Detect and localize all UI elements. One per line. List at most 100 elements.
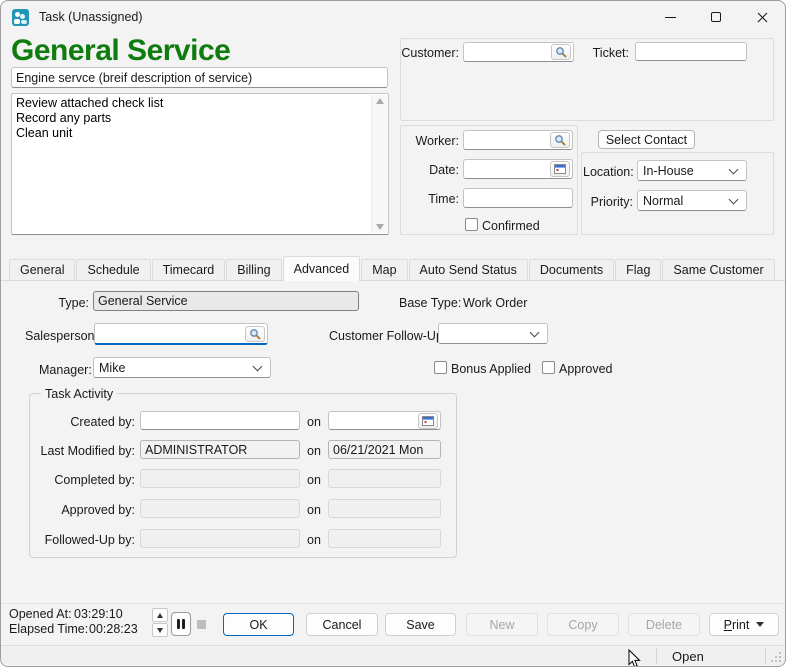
manager-dropdown[interactable]: Mike (93, 357, 271, 378)
time-field[interactable] (463, 188, 573, 208)
date-label: Date: (429, 163, 459, 177)
notes-scrollbar[interactable] (371, 95, 387, 233)
last-modified-by-input (141, 441, 299, 458)
date-picker-button[interactable] (550, 161, 570, 177)
date-field[interactable] (463, 159, 573, 179)
scroll-up-icon[interactable] (372, 98, 387, 104)
created-on-field[interactable] (328, 411, 441, 430)
select-contact-label: Select Contact (605, 132, 688, 147)
tab-documents[interactable]: Documents (528, 259, 615, 280)
minimize-button[interactable] (647, 1, 693, 33)
tab-flag[interactable]: Flag (615, 259, 662, 280)
completed-on-field (328, 469, 441, 488)
search-icon (555, 135, 566, 146)
completed-by-label: Completed by: (54, 473, 135, 487)
customer-followup-dropdown[interactable] (438, 323, 548, 344)
tab-auto-send-status[interactable]: Auto Send Status (408, 259, 528, 280)
worker-search-button[interactable] (550, 132, 570, 148)
resize-grip-icon[interactable] (770, 651, 782, 663)
on-label: on (307, 473, 321, 487)
tab-billing[interactable]: Billing (226, 259, 282, 280)
location-dropdown[interactable]: In-House (637, 160, 747, 181)
created-by-input[interactable] (141, 412, 299, 429)
elapsed-time-value: 00:28:23 (89, 622, 138, 636)
last-modified-by-label: Last Modified by: (40, 444, 136, 458)
type-field (93, 291, 359, 311)
scroll-down-icon[interactable] (372, 224, 387, 230)
type-input (94, 292, 358, 310)
customer-label: Customer: (401, 46, 459, 60)
completed-on-input (329, 470, 440, 487)
pause-icon (177, 619, 180, 629)
confirmed-checkbox[interactable] (465, 218, 478, 231)
time-input[interactable] (464, 189, 572, 207)
search-icon (250, 328, 261, 340)
salesperson-field[interactable] (94, 323, 268, 345)
ticket-input[interactable] (636, 43, 746, 60)
approved-by-field (140, 499, 300, 518)
customer-followup-label: Customer Follow-Up: (329, 329, 447, 343)
new-button: New (466, 613, 538, 636)
tab-same-customer[interactable]: Same Customer (662, 259, 775, 280)
notes-textarea[interactable]: Review attached check list Record any pa… (16, 96, 369, 232)
worker-input[interactable] (464, 131, 550, 149)
description-input[interactable] (12, 68, 387, 87)
ok-button[interactable]: OK (223, 613, 294, 636)
app-icon (12, 8, 29, 26)
stop-timer-button[interactable] (193, 612, 210, 636)
spinner-down-icon (157, 627, 163, 633)
completed-by-field (140, 469, 300, 488)
priority-dropdown[interactable]: Normal (637, 190, 747, 211)
customer-search-button[interactable] (551, 44, 571, 60)
save-button[interactable]: Save (385, 613, 456, 636)
date-input[interactable] (464, 160, 550, 178)
bonus-applied-checkbox[interactable] (434, 361, 447, 374)
close-button[interactable] (739, 1, 785, 33)
customer-field[interactable] (463, 42, 574, 62)
on-label: on (307, 444, 321, 458)
pause-timer-button[interactable] (171, 612, 191, 636)
search-icon (556, 47, 567, 58)
tab-timecard[interactable]: Timecard (151, 259, 226, 280)
created-on-input[interactable] (329, 412, 418, 429)
last-modified-on-input (329, 441, 440, 458)
created-by-field[interactable] (140, 411, 300, 430)
status-badge: Open (672, 649, 704, 664)
timer-spin-up-button[interactable] (152, 608, 168, 622)
calendar-icon (554, 164, 566, 174)
approved-on-input (329, 500, 440, 517)
cursor-arrow-icon (628, 649, 641, 666)
ticket-field[interactable] (635, 42, 747, 61)
priority-value: Normal (643, 193, 684, 208)
select-contact-button[interactable]: Select Contact (598, 130, 695, 149)
cancel-button[interactable]: Cancel (306, 613, 378, 636)
approved-label: Approved (559, 362, 613, 376)
tab-map[interactable]: Map (361, 259, 408, 280)
description-field[interactable] (11, 67, 388, 88)
maximize-button[interactable] (693, 1, 739, 33)
tab-schedule[interactable]: Schedule (76, 259, 151, 280)
page-title: General Service (11, 34, 231, 67)
timer-spin-down-button[interactable] (152, 623, 168, 637)
worker-field[interactable] (463, 130, 573, 150)
window-title: Task (Unassigned) (39, 10, 143, 24)
tab-general[interactable]: General (9, 259, 76, 280)
approved-checkbox[interactable] (542, 361, 555, 374)
spinner-up-icon (157, 612, 163, 618)
maximize-icon (711, 12, 721, 22)
tab-advanced[interactable]: Advanced (282, 256, 361, 281)
notes-field[interactable]: Review attached check list Record any pa… (11, 93, 389, 235)
followed-up-on-input (329, 530, 440, 547)
on-label: on (307, 415, 321, 429)
salesperson-search-button[interactable] (245, 325, 265, 342)
chevron-down-icon (728, 194, 739, 204)
customer-input[interactable] (464, 43, 551, 61)
created-on-picker-button[interactable] (418, 412, 438, 429)
calendar-icon (422, 415, 434, 426)
manager-value: Mike (99, 360, 126, 375)
bonus-applied-label: Bonus Applied (451, 362, 531, 376)
followed-up-by-label: Followed-Up by: (44, 533, 135, 547)
salesperson-input[interactable] (95, 324, 245, 343)
status-bar: Open (1, 645, 785, 666)
print-button[interactable]: Print (709, 613, 779, 636)
